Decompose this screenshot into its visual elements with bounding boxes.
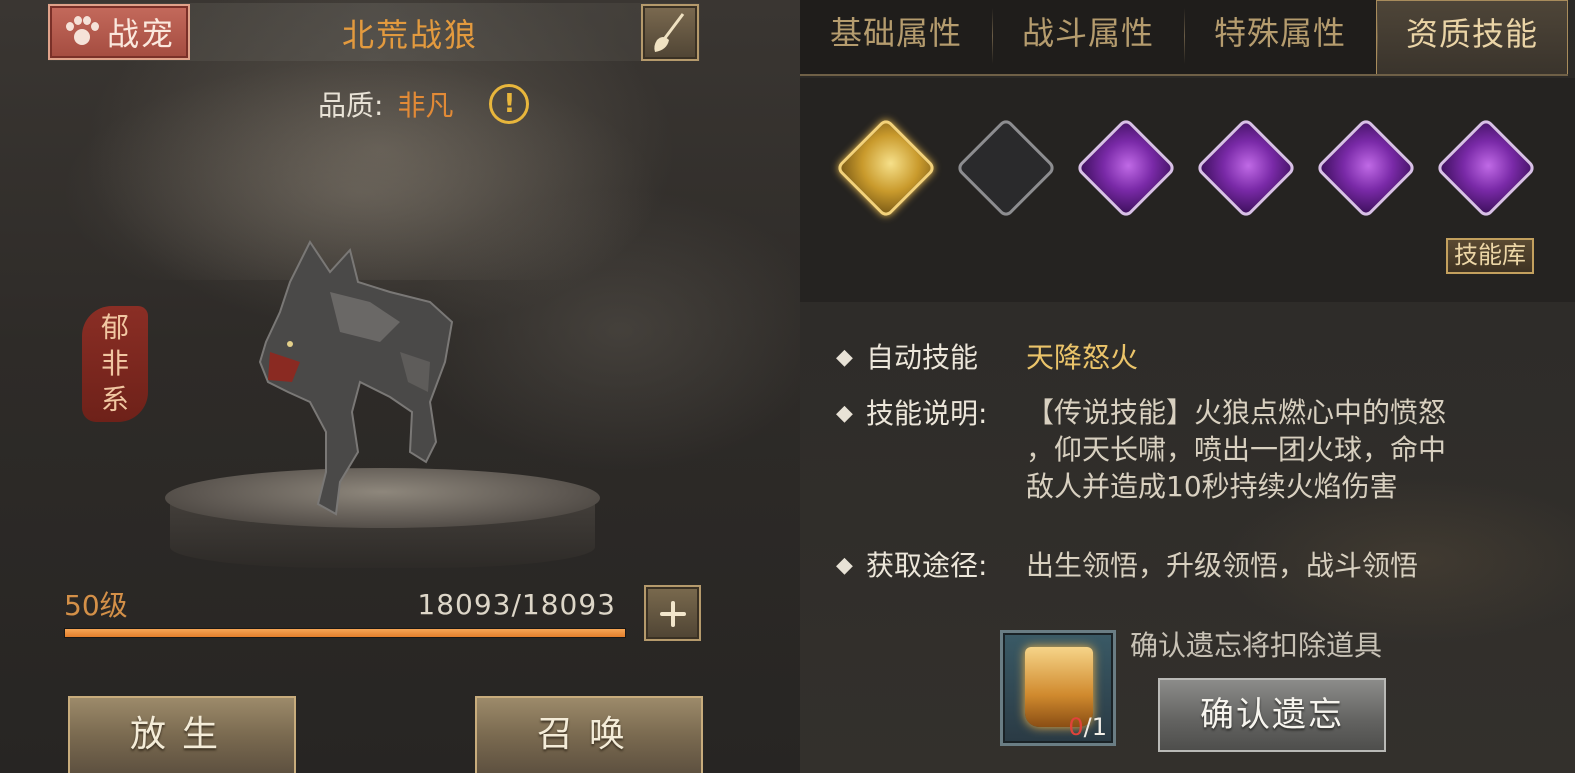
attribute-panel: 基础属性 战斗属性 特殊属性 资质技能 技能库 ◆ 自动技能 天降怒火 ◆ 技能…	[800, 0, 1575, 773]
brush-icon	[654, 13, 685, 52]
obtain-label: 获取途径:	[866, 549, 988, 582]
info-exclamation-icon[interactable]: !	[489, 84, 530, 124]
pet-name: 北荒战狼	[341, 16, 478, 54]
wolf-model[interactable]	[240, 232, 470, 522]
hp-bar-fill	[65, 629, 625, 637]
diamond-bullet-icon: ◆	[836, 401, 853, 426]
obtain-value: 出生领悟，升级领悟，战斗领悟	[1026, 549, 1419, 582]
skill-slot-6[interactable]	[1435, 117, 1537, 219]
attribute-tabs: 基础属性 战斗属性 特殊属性 资质技能	[800, 0, 1568, 76]
diamond-bullet-icon: ◆	[836, 345, 853, 370]
skill-description-line: 【传说技能】火狼点燃心中的愤怒	[1026, 396, 1447, 429]
auto-skill-row: ◆ 自动技能 天降怒火	[836, 338, 1138, 378]
auto-skill-label: 自动技能	[866, 341, 979, 374]
forget-item-slot[interactable]: 0/1	[1000, 630, 1116, 746]
item-count: 0/1	[1068, 713, 1107, 741]
skill-slot-2[interactable]	[955, 117, 1057, 219]
skill-slot-3[interactable]	[1075, 117, 1177, 219]
item-count-need: /1	[1083, 713, 1107, 741]
rename-brush-button[interactable]	[641, 4, 699, 61]
add-level-button[interactable]	[644, 585, 701, 641]
series-seal-char: 系	[100, 383, 129, 416]
hp-text: 18093/18093	[417, 587, 616, 621]
quality-value: 非凡	[397, 89, 454, 122]
level-text: 50级	[64, 589, 128, 622]
summon-button[interactable]: 召唤	[475, 696, 703, 773]
diamond-bullet-icon: ◆	[836, 553, 853, 578]
series-seal: 郁 非 系	[82, 306, 148, 422]
purple-skill-icon	[1315, 117, 1417, 219]
skill-slot-4[interactable]	[1195, 117, 1297, 219]
item-count-have: 0	[1068, 713, 1084, 741]
empty-slot	[955, 117, 1057, 219]
series-seal-char: 非	[100, 347, 129, 380]
purple-skill-icon	[1075, 117, 1177, 219]
release-button[interactable]: 放生	[68, 696, 296, 773]
pet-display-panel: 战宠 北荒战狼 品质: 非凡 ! 郁 非 系 50级 18093/18093 放…	[0, 0, 800, 773]
quality-label: 品质:	[318, 89, 384, 122]
purple-skill-icon	[1195, 117, 1297, 219]
quality-row: 品质: 非凡 !	[318, 82, 530, 126]
skill-slot-1[interactable]	[835, 117, 937, 219]
skill-slot-5[interactable]	[1315, 117, 1417, 219]
obtain-row: ◆ 获取途径: 出生领悟，升级领悟，战斗领悟	[836, 546, 1496, 586]
purple-skill-icon	[1435, 117, 1537, 219]
tab-battle-attributes[interactable]: 战斗属性	[992, 0, 1184, 74]
skill-description-row: ◆ 技能说明: 【传说技能】火狼点燃心中的愤怒 ，仰天长啸，喷出一团火球，命中 …	[836, 394, 1496, 505]
tab-aptitude-skills[interactable]: 资质技能	[1376, 0, 1568, 74]
auto-skill-name: 天降怒火	[1026, 341, 1139, 374]
pet-tab[interactable]: 战宠	[48, 4, 190, 60]
hp-bar	[64, 628, 626, 638]
tab-special-attributes[interactable]: 特殊属性	[1184, 0, 1376, 74]
paw-icon	[63, 14, 99, 50]
skill-description-text: 【传说技能】火狼点燃心中的愤怒 ，仰天长啸，喷出一团火球，命中 敌人并造成10秒…	[1026, 394, 1496, 505]
skill-library-button[interactable]: 技能库	[1446, 238, 1534, 274]
skill-description-line: 敌人并造成10秒持续火焰伤害	[1026, 470, 1398, 503]
confirm-forget-button[interactable]: 确认遗忘	[1158, 678, 1386, 752]
series-seal-char: 郁	[100, 311, 129, 344]
pet-tab-label: 战宠	[106, 15, 175, 53]
forget-hint: 确认遗忘将扣除道具	[1130, 629, 1383, 662]
auto-skill-icon	[835, 117, 937, 219]
tab-basic-attributes[interactable]: 基础属性	[800, 0, 992, 74]
skill-description-label: 技能说明:	[866, 397, 988, 430]
skill-description-line: ，仰天长啸，喷出一团火球，命中	[1026, 433, 1447, 466]
level-row: 50级 18093/18093	[64, 584, 616, 624]
